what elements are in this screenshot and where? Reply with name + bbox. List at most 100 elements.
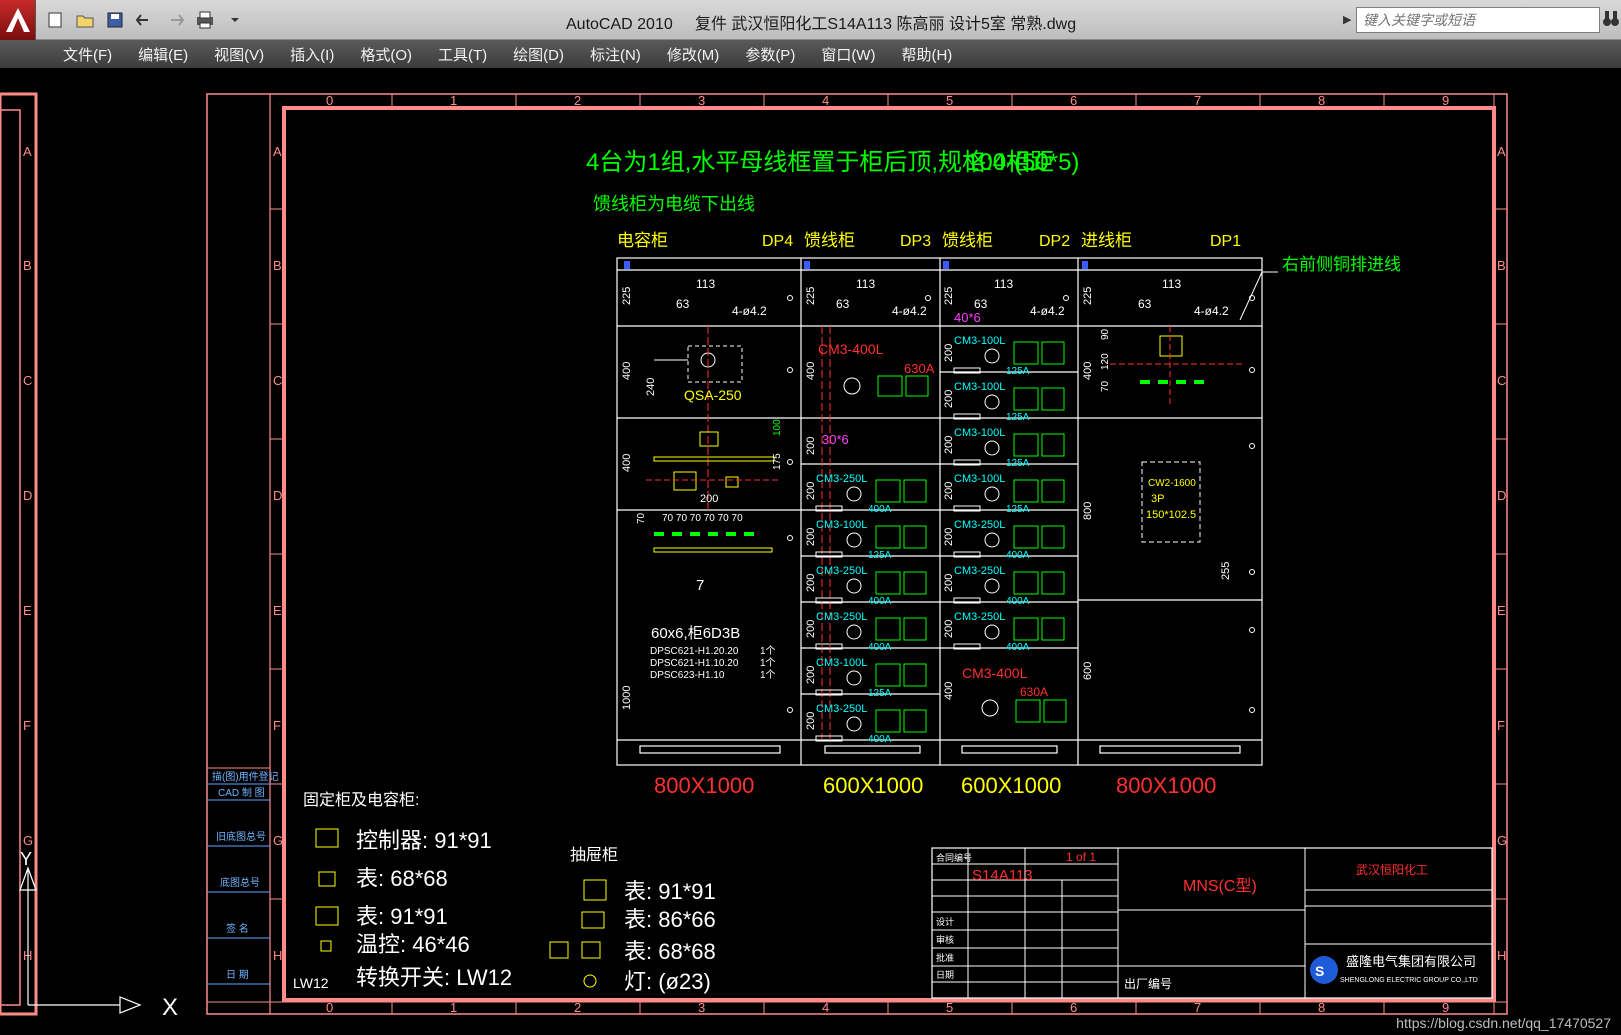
search-input[interactable] (1357, 8, 1593, 32)
menu-draw[interactable]: 绘图(D) (500, 44, 577, 65)
col-label: 5 (946, 93, 953, 108)
col-label: 3 (698, 1000, 705, 1015)
dim-text: 113 (856, 277, 875, 291)
chevron-down-icon[interactable] (222, 8, 248, 32)
dim-text: 63 (974, 297, 988, 311)
redo-icon[interactable] (162, 8, 188, 32)
meter-icon (875, 571, 901, 595)
menu-tools[interactable]: 工具(T) (425, 44, 500, 65)
menu-bar: 文件(F) 编辑(E) 视图(V) 插入(I) 格式(O) 工具(T) 绘图(D… (0, 40, 1621, 68)
strip-label: 描(图)用件登记 (212, 770, 279, 783)
breaker-label: CM3-250L (816, 473, 867, 485)
dim-text: 400 (621, 454, 633, 472)
meter-icon (903, 617, 927, 641)
row-label: A (23, 144, 32, 159)
watermark: https://blog.csdn.net/qq_17470527 (1396, 1015, 1611, 1031)
amp-label: 400A (868, 642, 892, 653)
drawing-canvas[interactable]: 0 1 2 3 4 5 6 7 8 9 0 1 2 3 4 5 6 7 8 9 … (0, 68, 1621, 1035)
col-label: 1 (450, 93, 457, 108)
legend-item: 灯: (ø23) (624, 969, 711, 994)
cabinet-size: 800X1000 (1116, 773, 1216, 798)
row-label: C (1497, 373, 1506, 388)
application-menu-button[interactable] (0, 0, 36, 40)
col-label: 7 (1194, 93, 1201, 108)
dim-text: 70 (1100, 380, 1111, 392)
undo-icon[interactable] (132, 8, 158, 32)
search-box[interactable]: ▶ (1343, 7, 1600, 33)
meter-icon (1013, 525, 1039, 549)
new-file-icon[interactable] (42, 8, 68, 32)
tb-row-label: 审核 (936, 934, 954, 945)
drawer-unit: CM3-100L 125A (815, 657, 927, 699)
menu-modify[interactable]: 修改(M) (654, 44, 733, 65)
meter-icon (903, 709, 927, 733)
menu-insert[interactable]: 插入(I) (277, 44, 347, 65)
menu-edit[interactable]: 编辑(E) (125, 44, 201, 65)
left-strip-table: 描(图)用件登记 CAD 制 图 旧底图总号 底图总号 签 名 日 期 (206, 767, 279, 1015)
dpsc-model: DPSC621-H1.20.20 (650, 646, 739, 657)
meter-icon (581, 941, 601, 959)
dim-text: 4-ø4.2 (892, 304, 927, 318)
dp1-details: 90 120 70 CW2-1600 3P 150*102.5 (1100, 326, 1244, 543)
breaker-label: CM3-250L (816, 611, 867, 623)
title-bar: AutoCAD 2010 复件 武汉恒阳化工S14A113 陈高丽 设计5室 常… (0, 0, 1621, 40)
open-folder-icon[interactable] (72, 8, 98, 32)
client-name: 武汉恒阳化工 (1356, 863, 1428, 877)
meter-icon (875, 617, 901, 641)
amp-label: 125A (1006, 458, 1030, 469)
drawer-unit: CM3-100L 125A (953, 473, 1065, 515)
controller-icon (315, 828, 339, 848)
meter-icon (903, 525, 927, 549)
plot-icon[interactable] (192, 8, 218, 32)
legend-item: 温控: 46*46 (356, 932, 470, 957)
row-label: B (273, 258, 282, 273)
qsa-label: QSA-250 (684, 387, 742, 403)
dim-text: 70 70 70 70 70 70 (662, 513, 743, 524)
col-label: 7 (1194, 1000, 1201, 1015)
menu-file[interactable]: 文件(F) (50, 44, 125, 65)
drawer-unit: CM3-100L 125A (953, 427, 1065, 469)
dim-text: 400 (1082, 362, 1094, 380)
row-label: C (23, 373, 32, 388)
bar-label: 40*6 (954, 310, 981, 325)
meter-icon (318, 871, 336, 887)
menu-view[interactable]: 视图(V) (201, 44, 277, 65)
legend-drawer: 抽屉柜 表: 91*91 表: 86*66 表: 68*68 灯: (ø23) (549, 846, 716, 994)
dim-text: 63 (676, 297, 690, 311)
expand-arrow-icon[interactable]: ▶ (1343, 13, 1351, 26)
cabinet-name: 电容柜 (617, 231, 668, 250)
meter-icon (1013, 571, 1039, 595)
qty: 1个 (760, 645, 776, 657)
dim-text: 800 (1082, 502, 1094, 520)
row-label: B (1497, 258, 1506, 273)
breaker-poles: 3P (1151, 493, 1164, 505)
meter-icon (1041, 479, 1065, 503)
col-label: 8 (1318, 93, 1325, 108)
heading-spacing: 100相距 (966, 149, 1054, 176)
row-label: G (273, 833, 283, 848)
save-icon[interactable] (102, 8, 128, 32)
knob-icon (846, 670, 862, 686)
knob-icon (984, 578, 1000, 594)
binoculars-icon[interactable] (1602, 8, 1620, 34)
meter-icon (1013, 433, 1039, 457)
drawer-unit: CM3-250L 400A (815, 565, 927, 607)
dim-text: 225 (621, 287, 633, 305)
menu-parametric[interactable]: 参数(P) (732, 44, 808, 65)
drawer-unit: CM3-250L 400A (953, 519, 1065, 561)
menu-window[interactable]: 窗口(W) (808, 44, 888, 65)
cabinet-headers: 电容柜 DP4 馈线柜 DP3 馈线柜 DP2 进线柜 DP1 右前侧铜排进线 (617, 231, 1401, 274)
thermostat-icon (320, 940, 332, 952)
menu-help[interactable]: 帮助(H) (888, 44, 965, 65)
cabinet-model: MNS(C型) (1183, 877, 1257, 895)
breaker-label: CM3-250L (954, 611, 1005, 623)
tb-row-label: 日期 (936, 970, 954, 980)
dim-text: 400 (943, 682, 955, 700)
company-logo-icon: S (1310, 956, 1338, 984)
amp-label: 125A (1006, 412, 1030, 423)
dim-text: 4-ø4.2 (1194, 304, 1229, 318)
amp-label: 400A (1006, 596, 1030, 607)
menu-format[interactable]: 格式(O) (347, 44, 425, 65)
menu-dimension[interactable]: 标注(N) (577, 44, 654, 65)
company-name-en: SHENGLONG ELECTRIC GROUP CO.,LTD (1340, 977, 1478, 984)
